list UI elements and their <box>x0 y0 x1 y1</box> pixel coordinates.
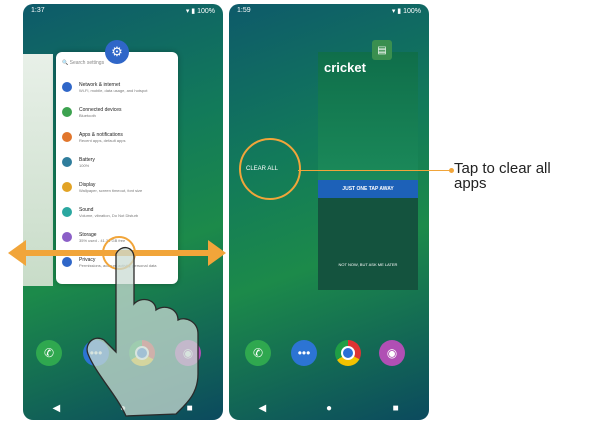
devices-icon <box>62 107 72 117</box>
privacy-icon <box>62 257 72 267</box>
cricket-logo: cricket <box>324 60 366 75</box>
cricket-card-header: cricket <box>318 52 418 180</box>
row-sub: Volume, vibration, Do Not Disturb <box>79 212 139 218</box>
chrome-icon[interactable] <box>335 340 361 366</box>
status-battery: ▾ ▮ 100% <box>391 8 421 15</box>
row-title: Connected devices <box>79 106 122 113</box>
apps-icon <box>62 132 72 142</box>
clear-all-button[interactable]: CLEAR ALL <box>246 166 278 172</box>
back-button[interactable]: ◀ <box>46 403 66 414</box>
cricket-banner: JUST ONE TAP AWAY <box>318 180 418 198</box>
settings-row-display[interactable]: Display Wallpaper, screen timeout, font s… <box>62 176 174 198</box>
recents-button[interactable]: ■ <box>386 403 406 414</box>
phone-icon[interactable]: ✆ <box>36 340 62 366</box>
left-arrow-icon <box>8 240 26 266</box>
cricket-footer[interactable]: NOT NOW, BUT ASK ME LATER <box>318 262 418 267</box>
messages-icon[interactable]: ••• <box>291 340 317 366</box>
row-sub: Bluetooth <box>79 112 96 118</box>
dock: ✆ ••• ◉ <box>229 340 429 374</box>
battery-icon <box>62 157 72 167</box>
nav-bar: ◀ ● ■ <box>229 396 429 420</box>
back-button[interactable]: ◀ <box>252 403 272 414</box>
display-icon <box>62 182 72 192</box>
cricket-recent-card[interactable]: cricket JUST ONE TAP AWAY NOT NOW, BUT A… <box>318 52 418 290</box>
settings-row-network[interactable]: Network & internet Wi-Fi, mobile, data us… <box>62 76 174 98</box>
row-title: Battery <box>79 156 95 163</box>
status-bar: 1:37 ▾ ▮ 100% <box>23 4 223 18</box>
cricket-card-body: NOT NOW, BUT ASK ME LATER <box>318 198 418 290</box>
row-title: Apps & notifications <box>79 131 123 138</box>
sound-icon <box>62 207 72 217</box>
status-bar: 1:59 ▾ ▮ 100% <box>229 4 429 18</box>
home-button[interactable]: ● <box>319 403 339 414</box>
callout-line <box>298 170 451 171</box>
storage-icon <box>62 232 72 242</box>
settings-row-connected[interactable]: Connected devices Bluetooth <box>62 101 174 123</box>
camera-icon[interactable]: ◉ <box>379 340 405 366</box>
settings-row-battery[interactable]: Battery 100% <box>62 151 174 173</box>
row-sub: Recent apps, default apps <box>79 137 126 143</box>
callout-text: Tap to clear all apps <box>454 160 551 192</box>
status-time: 1:37 <box>31 7 45 14</box>
row-sub: Wi-Fi, mobile, data usage, and hotspot <box>79 87 148 93</box>
wifi-icon <box>62 82 72 92</box>
status-time: 1:59 <box>237 7 251 14</box>
cricket-app-icon: ▤ <box>372 40 392 60</box>
settings-app-icon: ⚙ <box>105 40 129 64</box>
row-sub: 100% <box>79 162 90 168</box>
status-battery: ▾ ▮ 100% <box>185 8 215 15</box>
settings-row-sound[interactable]: Sound Volume, vibration, Do Not Disturb <box>62 201 174 223</box>
phone-icon[interactable]: ✆ <box>245 340 271 366</box>
row-sub: Wallpaper, screen timeout, font size <box>79 187 143 193</box>
settings-row-apps[interactable]: Apps & notifications Recent apps, default… <box>62 126 174 148</box>
hand-gesture-icon <box>86 247 199 417</box>
